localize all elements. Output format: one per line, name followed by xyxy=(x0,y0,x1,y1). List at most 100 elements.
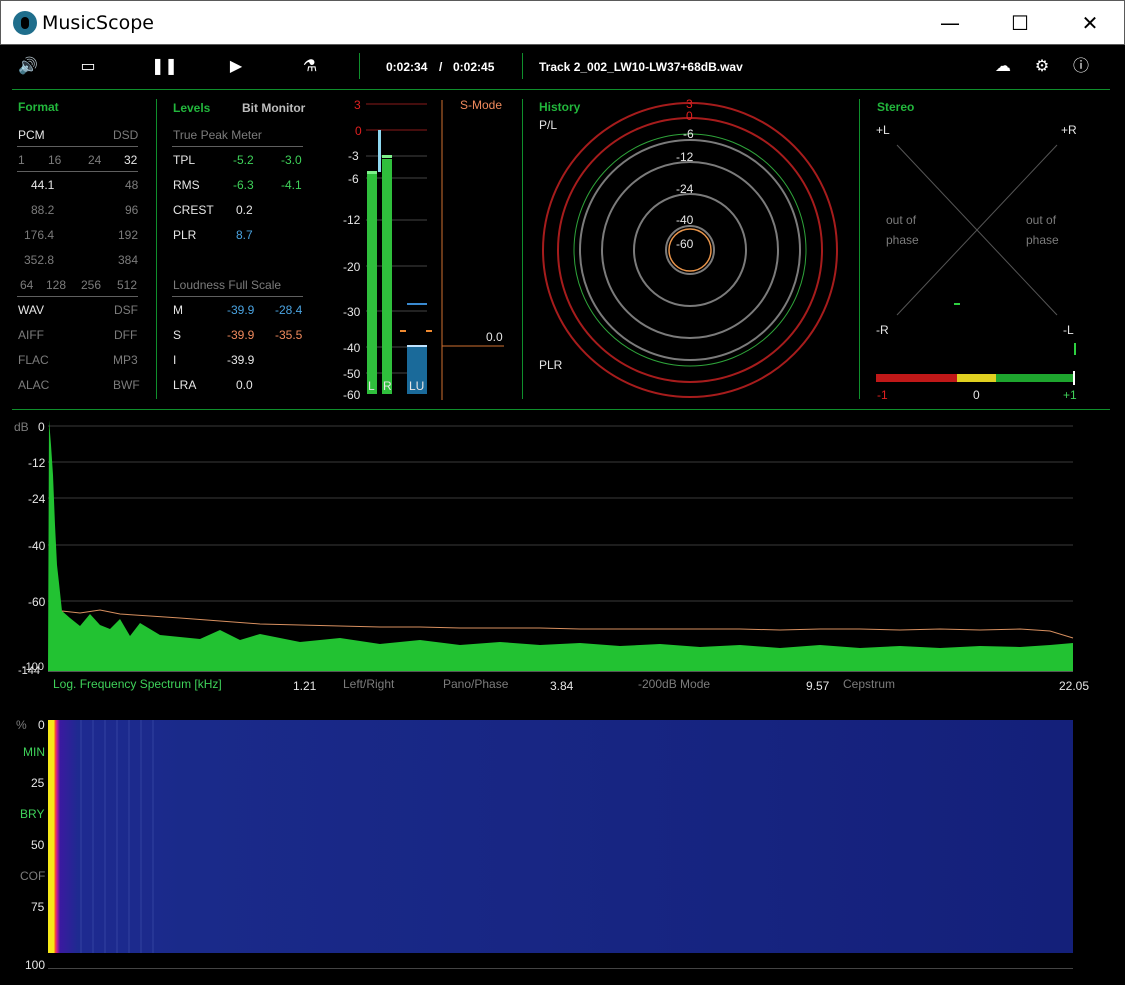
rate-352-8: 352.8 xyxy=(24,253,55,267)
rate-176-4: 176.4 xyxy=(24,228,55,242)
window-title: MusicScope xyxy=(42,12,154,34)
history-ring-minus40: -40 xyxy=(676,213,694,227)
stereo-minus-l: -L xyxy=(1063,323,1074,337)
s-label: S xyxy=(173,328,182,342)
toolbar-bottom-rule xyxy=(12,89,1110,90)
close-button[interactable]: ✕ xyxy=(1067,1,1113,45)
rms-right-value: -4.1 xyxy=(281,178,302,192)
stereo-scope-graphic xyxy=(896,144,1076,356)
open-folder-icon[interactable]: ▭ xyxy=(77,55,99,77)
type-mp3: MP3 xyxy=(113,353,138,367)
crest-value: 0.2 xyxy=(236,203,253,217)
play-icon[interactable]: ▶ xyxy=(225,55,247,77)
history-ring-minus6: -6 xyxy=(683,127,694,141)
stereo-phase-right: phase xyxy=(1026,233,1059,247)
m-value: -39.9 xyxy=(227,303,255,317)
spectrogram-tick-75: 75 xyxy=(31,900,45,914)
type-dsf: DSF xyxy=(114,303,138,317)
spectrum-tick-minus12: -12 xyxy=(28,456,46,470)
column-divider xyxy=(156,99,157,399)
info-icon[interactable]: ⓘ xyxy=(1070,55,1092,77)
plr-label: PLR xyxy=(173,228,197,242)
mode-cepstrum[interactable]: Cepstrum xyxy=(843,677,895,691)
bits-16: 16 xyxy=(48,153,62,167)
meter-label-lu: LU xyxy=(409,379,425,393)
toolbar-divider xyxy=(522,53,523,79)
rms-label: RMS xyxy=(173,178,200,192)
spectrum-x-1-21: 1.21 xyxy=(293,679,317,693)
pause-icon[interactable]: ❚❚ xyxy=(151,55,178,77)
dsd-512: 512 xyxy=(117,278,138,292)
spectrum-x-3-84: 3.84 xyxy=(550,679,574,693)
levels-rule xyxy=(172,146,303,147)
levels-header[interactable]: Levels xyxy=(173,101,210,115)
correlation-bar xyxy=(876,371,1076,385)
minimize-button[interactable]: — xyxy=(927,1,973,45)
rms-left-value: -6.3 xyxy=(233,178,254,192)
column-divider xyxy=(522,99,523,399)
rate-48: 48 xyxy=(125,178,139,192)
type-wav: WAV xyxy=(18,303,44,317)
tpl-label: TPL xyxy=(173,153,196,167)
type-flac: FLAC xyxy=(18,353,49,367)
stereo-plus-l: +L xyxy=(876,123,890,137)
bits-1: 1 xyxy=(18,153,25,167)
column-divider xyxy=(859,99,860,399)
meter-label-r: R xyxy=(383,379,392,393)
level-meter-graphic xyxy=(366,100,504,400)
analyze-microscope-icon[interactable]: ⚗ xyxy=(299,55,321,77)
meter-tick-minus60: -60 xyxy=(343,388,361,402)
section-rule xyxy=(12,409,1110,410)
m-max-value: -28.4 xyxy=(275,303,303,317)
mode-200db[interactable]: -200dB Mode xyxy=(638,677,710,691)
mode-left-right[interactable]: Left/Right xyxy=(343,677,394,691)
app-logo-icon xyxy=(13,11,37,35)
meter-tick-minus50: -50 xyxy=(343,367,361,381)
dsd-256: 256 xyxy=(81,278,102,292)
format-header: Format xyxy=(18,100,59,114)
meter-tick-minus20: -20 xyxy=(343,260,361,274)
format-rule xyxy=(17,171,138,172)
level-meter: 3 0 -3 -6 -12 -20 -30 -40 -50 -60 L R LU… xyxy=(340,97,505,403)
format-dsd: DSD xyxy=(113,128,139,142)
spectrum-tick-minus24: -24 xyxy=(28,492,46,506)
settings-gear-icon[interactable]: ⚙ xyxy=(1031,55,1053,77)
type-alac: ALAC xyxy=(18,378,50,392)
bit-monitor-tab[interactable]: Bit Monitor xyxy=(242,101,305,115)
spectrogram-label-bry[interactable]: BRY xyxy=(20,807,44,821)
spectrogram-label-cof[interactable]: COF xyxy=(20,869,45,883)
track-name: Track 2_002_LW10-LW37+68dB.wav xyxy=(539,60,743,74)
meter-tick-minus30: -30 xyxy=(343,305,361,319)
spectrum-x-22-05: 22.05 xyxy=(1059,679,1090,693)
volume-icon[interactable]: 🔊 xyxy=(17,55,39,77)
spectrogram-tick-0: 0 xyxy=(38,718,45,732)
tpl-right-value: -3.0 xyxy=(281,153,302,167)
s-value: -39.9 xyxy=(227,328,255,342)
spectrogram xyxy=(48,720,1073,953)
meter-tick-minus12: -12 xyxy=(343,213,361,227)
history-radar: 3 0 -6 -12 -24 -40 -60 xyxy=(540,97,840,400)
loudness-title: Loudness Full Scale xyxy=(173,278,282,292)
dsd-64: 64 xyxy=(20,278,34,292)
meter-tick-3: 3 xyxy=(354,98,361,112)
spectrogram-tick-50: 50 xyxy=(31,838,45,852)
title-bar: MusicScope — ☐ ✕ xyxy=(0,0,1125,45)
mode-pano-phase[interactable]: Pano/Phase xyxy=(443,677,508,691)
spectrogram-label-min[interactable]: MIN xyxy=(23,745,45,759)
spectrogram-tick-25: 25 xyxy=(31,776,45,790)
s-mode-label[interactable]: S-Mode xyxy=(460,98,502,112)
maximize-button[interactable]: ☐ xyxy=(997,1,1043,45)
type-dff: DFF xyxy=(114,328,138,342)
tpl-left-value: -5.2 xyxy=(233,153,254,167)
true-peak-title: True Peak Meter xyxy=(173,128,262,142)
spectrum-graphic xyxy=(48,420,1109,965)
correlation-minus1: -1 xyxy=(877,388,888,402)
type-bwf: BWF xyxy=(113,378,140,392)
lra-label: LRA xyxy=(173,378,197,392)
stereo-scope: out of phase out of phase xyxy=(877,140,1077,356)
cloud-icon[interactable]: ☁ xyxy=(992,55,1014,77)
stereo-level-tick xyxy=(1074,343,1076,355)
meter-label-l: L xyxy=(368,379,375,393)
spectrogram-bottom-rule xyxy=(48,968,1073,969)
musicscope-main: 🔊 ▭ ❚❚ ▶ ⚗ 0:02:34 / 0:02:45 Track 2_002… xyxy=(0,45,1125,985)
